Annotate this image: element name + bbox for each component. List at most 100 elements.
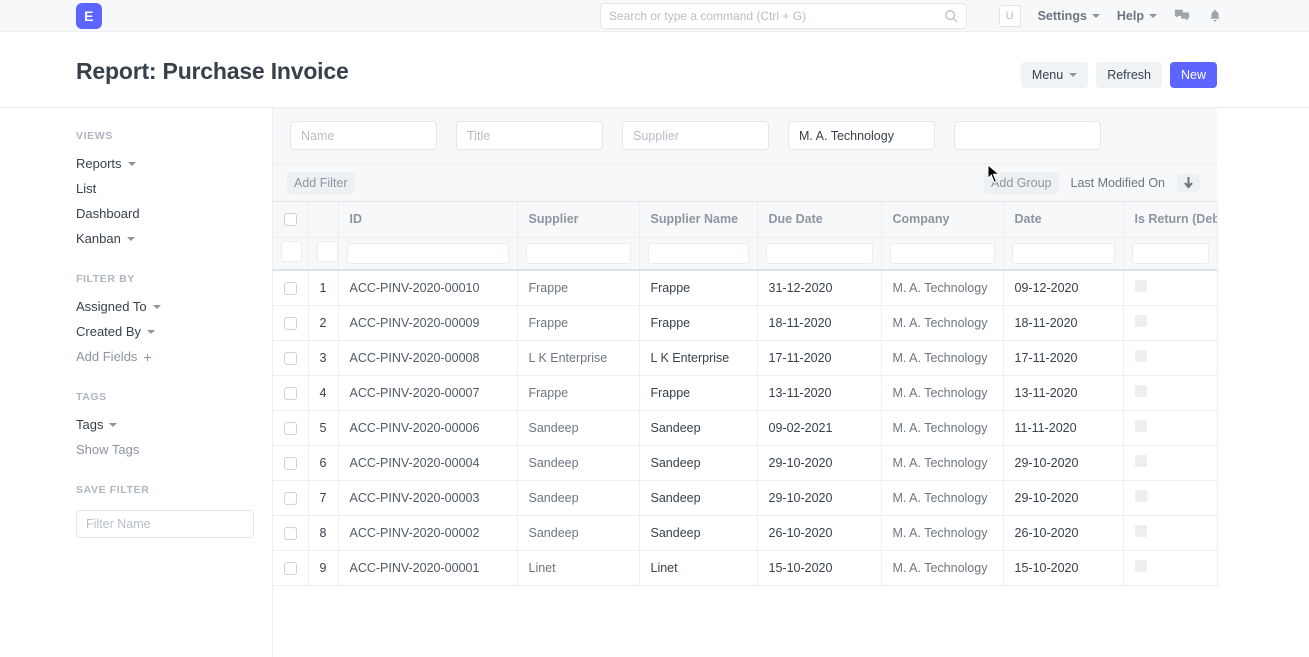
- column-supplier-name[interactable]: Supplier Name: [639, 202, 757, 237]
- row-checkbox[interactable]: [284, 317, 297, 330]
- filter-cell-date[interactable]: [1003, 237, 1123, 270]
- table-row[interactable]: 1ACC-PINV-2020-00010FrappeFrappe31-12-20…: [273, 270, 1217, 305]
- filter-field-title[interactable]: [456, 121, 603, 150]
- filter-cell-is-return[interactable]: [1123, 237, 1217, 270]
- add-filter-button[interactable]: Add Filter: [287, 172, 355, 194]
- filter-name-input[interactable]: [76, 510, 254, 538]
- row-checkbox-cell[interactable]: [273, 340, 308, 375]
- filter-cell-company[interactable]: [881, 237, 1003, 270]
- row-checkbox[interactable]: [284, 422, 297, 435]
- select-all-checkbox[interactable]: [284, 213, 297, 226]
- row-is-return: [1123, 550, 1217, 585]
- refresh-button[interactable]: Refresh: [1096, 62, 1162, 88]
- row-checkbox[interactable]: [284, 352, 297, 365]
- row-date: 15-10-2020: [1003, 550, 1123, 585]
- row-checkbox-cell[interactable]: [273, 515, 308, 550]
- add-group-button[interactable]: Add Group: [984, 172, 1058, 194]
- sidebar-item-kanban[interactable]: Kanban: [76, 226, 135, 251]
- row-id[interactable]: ACC-PINV-2020-00004: [338, 445, 517, 480]
- row-checkbox[interactable]: [284, 387, 297, 400]
- filter-cell-supplier[interactable]: [517, 237, 639, 270]
- table-row[interactable]: 6ACC-PINV-2020-00004SandeepSandeep29-10-…: [273, 445, 1217, 480]
- help-menu[interactable]: Help: [1117, 9, 1157, 23]
- row-due-date: 31-12-2020: [757, 270, 881, 305]
- row-checkbox-cell[interactable]: [273, 410, 308, 445]
- table-row[interactable]: 7ACC-PINV-2020-00003SandeepSandeep29-10-…: [273, 480, 1217, 515]
- row-id[interactable]: ACC-PINV-2020-00001: [338, 550, 517, 585]
- filter-input-supplier-name[interactable]: [648, 243, 749, 264]
- sidebar: VIEWS Reports List Dashboard Kanban FILT…: [0, 108, 272, 657]
- column-is-return[interactable]: Is Return (Deb: [1123, 202, 1217, 237]
- column-due-date[interactable]: Due Date: [757, 202, 881, 237]
- is-return-checkbox: [1135, 525, 1147, 537]
- sidebar-filter-created-by[interactable]: Created By: [76, 319, 155, 344]
- filter-field-name[interactable]: [290, 121, 437, 150]
- filter-input-date[interactable]: [1012, 243, 1115, 264]
- column-supplier[interactable]: Supplier: [517, 202, 639, 237]
- filter-cell-supplier-name[interactable]: [639, 237, 757, 270]
- row-checkbox-cell[interactable]: [273, 305, 308, 340]
- filter-cell-id[interactable]: [338, 237, 517, 270]
- global-search[interactable]: [600, 3, 967, 29]
- table-row[interactable]: 9ACC-PINV-2020-00001LinetLinet15-10-2020…: [273, 550, 1217, 585]
- row-checkbox[interactable]: [284, 492, 297, 505]
- search-input[interactable]: [609, 9, 944, 23]
- row-id[interactable]: ACC-PINV-2020-00010: [338, 270, 517, 305]
- column-id[interactable]: ID: [338, 202, 517, 237]
- row-is-return: [1123, 515, 1217, 550]
- table-row[interactable]: 8ACC-PINV-2020-00002SandeepSandeep26-10-…: [273, 515, 1217, 550]
- sidebar-item-dashboard[interactable]: Dashboard: [76, 201, 140, 226]
- filter-field-company[interactable]: [788, 121, 935, 150]
- is-return-checkbox: [1135, 455, 1147, 467]
- settings-menu[interactable]: Settings: [1038, 9, 1100, 23]
- row-checkbox[interactable]: [284, 457, 297, 470]
- sidebar-item-label: Created By: [76, 324, 141, 339]
- row-id[interactable]: ACC-PINV-2020-00006: [338, 410, 517, 445]
- table-row[interactable]: 2ACC-PINV-2020-00009FrappeFrappe18-11-20…: [273, 305, 1217, 340]
- filter-input-company[interactable]: [890, 243, 995, 264]
- table-row[interactable]: 5ACC-PINV-2020-00006SandeepSandeep09-02-…: [273, 410, 1217, 445]
- filter-input-due-date[interactable]: [766, 243, 873, 264]
- filter-cell-due-date[interactable]: [757, 237, 881, 270]
- row-id[interactable]: ACC-PINV-2020-00009: [338, 305, 517, 340]
- row-checkbox[interactable]: [284, 282, 297, 295]
- sidebar-item-label: Dashboard: [76, 206, 140, 221]
- filter-field-supplier[interactable]: [622, 121, 769, 150]
- row-id[interactable]: ACC-PINV-2020-00003: [338, 480, 517, 515]
- row-checkbox-cell[interactable]: [273, 445, 308, 480]
- menu-button[interactable]: Menu: [1021, 62, 1088, 88]
- row-checkbox[interactable]: [284, 527, 297, 540]
- row-id[interactable]: ACC-PINV-2020-00008: [338, 340, 517, 375]
- filter-input-id[interactable]: [347, 243, 509, 264]
- row-checkbox-cell[interactable]: [273, 270, 308, 305]
- sort-selector[interactable]: Last Modified On: [1071, 176, 1166, 190]
- sidebar-item-list[interactable]: List: [76, 176, 96, 201]
- sidebar-add-fields[interactable]: Add Fields +: [76, 344, 152, 369]
- table-row[interactable]: 4ACC-PINV-2020-00007FrappeFrappe13-11-20…: [273, 375, 1217, 410]
- column-select-all[interactable]: [273, 202, 308, 237]
- row-id[interactable]: ACC-PINV-2020-00002: [338, 515, 517, 550]
- column-date[interactable]: Date: [1003, 202, 1123, 237]
- sidebar-item-reports[interactable]: Reports: [76, 151, 136, 176]
- filter-field-extra[interactable]: [954, 121, 1101, 150]
- app-logo[interactable]: E: [76, 3, 102, 29]
- row-checkbox[interactable]: [284, 562, 297, 575]
- table-row[interactable]: 3ACC-PINV-2020-00008L K EnterpriseL K En…: [273, 340, 1217, 375]
- row-checkbox-cell[interactable]: [273, 550, 308, 585]
- bell-icon[interactable]: [1207, 8, 1223, 24]
- new-button[interactable]: New: [1170, 62, 1217, 88]
- chat-icon[interactable]: [1174, 8, 1190, 24]
- filter-input-supplier[interactable]: [526, 243, 631, 264]
- sidebar-show-tags[interactable]: Show Tags: [76, 437, 139, 462]
- sidebar-tags[interactable]: Tags: [76, 412, 117, 437]
- row-checkbox-cell[interactable]: [273, 375, 308, 410]
- chevron-down-icon: [153, 305, 161, 309]
- filter-input-is-return[interactable]: [1132, 243, 1209, 264]
- row-id[interactable]: ACC-PINV-2020-00007: [338, 375, 517, 410]
- avatar[interactable]: U: [999, 5, 1021, 27]
- column-company[interactable]: Company: [881, 202, 1003, 237]
- row-checkbox-cell[interactable]: [273, 480, 308, 515]
- sidebar-filter-assigned-to[interactable]: Assigned To: [76, 294, 161, 319]
- sort-direction-button[interactable]: [1177, 174, 1200, 192]
- chevron-down-icon: [1092, 14, 1100, 18]
